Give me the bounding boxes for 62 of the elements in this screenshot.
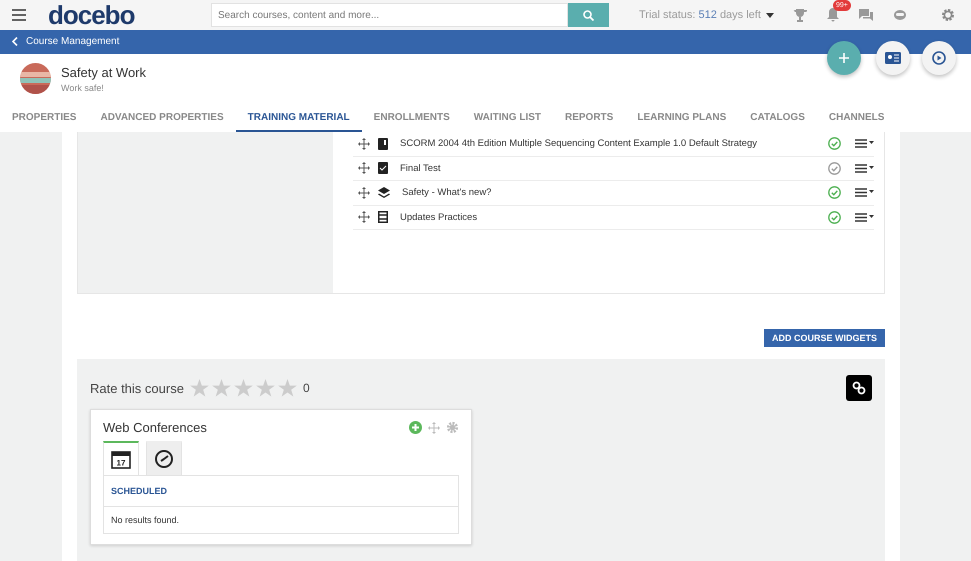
drag-handle-icon[interactable] [358, 186, 370, 199]
star-icon[interactable] [190, 379, 209, 397]
trophy-icon[interactable] [793, 8, 807, 22]
calendar-tab[interactable]: 17 [103, 441, 139, 475]
course-tab[interactable]: ADVANCED PROPERTIES [88, 104, 236, 132]
star-icon[interactable] [234, 379, 253, 397]
logo[interactable]: docebo [48, 0, 211, 30]
add-widgets-button[interactable]: ADD COURSE WIDGETS [764, 329, 885, 347]
clock-tab[interactable] [146, 441, 182, 475]
calendar-icon: 17 [111, 449, 131, 469]
star-rating[interactable] [190, 379, 297, 397]
course-tab[interactable]: CATALOGS [738, 104, 817, 132]
course-tab[interactable]: PROPERTIES [0, 104, 88, 132]
checklist-icon [378, 162, 388, 174]
back-link[interactable]: Course Management [12, 36, 120, 48]
link-button[interactable] [846, 375, 872, 401]
empty-message: No results found. [110, 514, 180, 527]
material-title[interactable]: Final Test [400, 162, 820, 174]
link-icon [852, 381, 866, 395]
drag-handle-icon[interactable] [358, 211, 370, 224]
actions-menu-icon[interactable] [855, 164, 874, 173]
settings-icon[interactable] [941, 8, 955, 22]
course-thumbnail [20, 63, 51, 94]
rating-count: 0 [302, 381, 310, 395]
course-tab[interactable]: LEARNING PLANS [625, 104, 738, 132]
actions-menu-icon[interactable] [855, 188, 874, 198]
drag-handle-icon[interactable] [358, 138, 370, 150]
search-field[interactable]: Search courses, content and more... [211, 3, 568, 27]
drag-handle-icon[interactable] [428, 422, 440, 434]
course-tab[interactable]: CHANNELS [816, 104, 896, 132]
chat-icon[interactable] [859, 9, 873, 21]
search-button[interactable] [568, 3, 609, 27]
course-tab[interactable]: ENROLLMENTS [362, 104, 462, 132]
course-subtitle: Work safe! [61, 82, 105, 93]
trial-status[interactable]: Trial status: 512 days left [639, 9, 761, 21]
section-heading: SCHEDULED [104, 476, 458, 507]
course-tab[interactable]: REPORTS [553, 104, 626, 132]
rating-label: Rate this course [90, 380, 184, 396]
material-title[interactable]: SCORM 2004 4th Edition Multiple Sequencing Content Example 1.0 Default Strategy [400, 138, 820, 150]
clock-icon [154, 449, 174, 469]
course-title: Safety at Work [61, 64, 146, 80]
chevron-left-icon [12, 37, 18, 46]
material-title[interactable]: Safety - What's new? [402, 187, 820, 198]
actions-menu-icon[interactable] [855, 139, 874, 148]
id-card-icon [885, 52, 901, 64]
film-icon [378, 211, 388, 224]
actions-menu-icon[interactable] [855, 212, 874, 222]
material-title[interactable]: Updates Practices [400, 212, 820, 223]
menu-icon[interactable] [12, 9, 26, 21]
star-icon[interactable] [278, 379, 297, 397]
star-icon[interactable] [212, 379, 231, 397]
plus-icon [838, 52, 850, 64]
caret-icon[interactable] [766, 12, 774, 18]
layers-icon [378, 186, 390, 199]
search-icon [583, 10, 594, 20]
drag-handle-icon[interactable] [358, 162, 370, 174]
star-icon[interactable] [256, 379, 275, 397]
course-tab[interactable]: WAITING LIST [462, 104, 553, 132]
widget-title: Web Conferences [103, 420, 208, 435]
play-icon [932, 51, 946, 65]
notifications-icon[interactable] [827, 8, 839, 22]
package-icon [378, 138, 388, 150]
